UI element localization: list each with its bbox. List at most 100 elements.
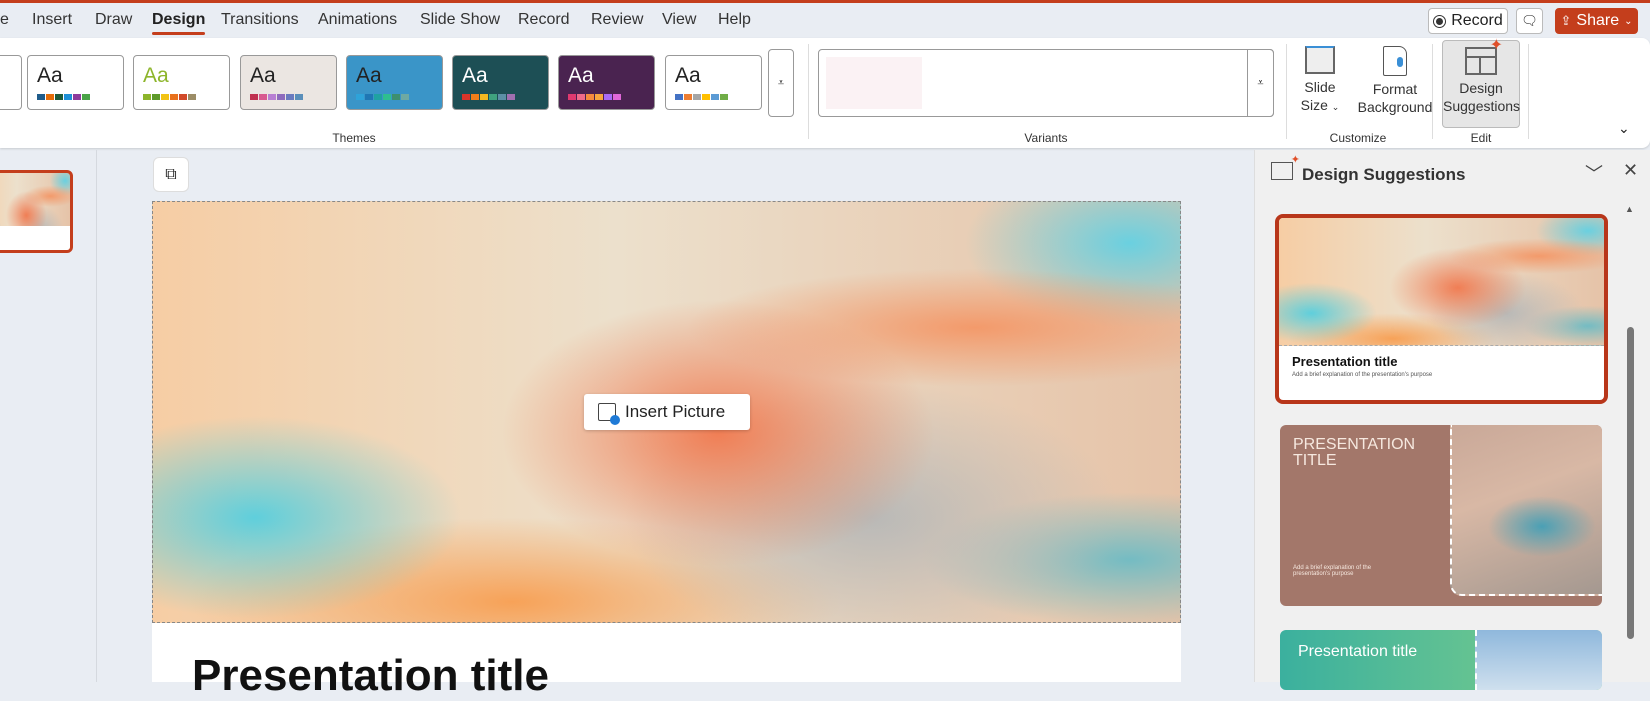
tab-record[interactable]: Record — [518, 11, 570, 29]
slide-size-button[interactable]: Slide Size ⌄ — [1296, 46, 1344, 116]
card-title: Presentation title — [1298, 643, 1418, 660]
color-swatch — [693, 94, 701, 100]
divider — [808, 44, 809, 139]
color-swatch — [613, 94, 621, 100]
slide-thumbnails-pane — [0, 150, 97, 682]
slide-size-label: Slide — [1304, 79, 1336, 95]
tab-slide-show[interactable]: Slide Show — [420, 11, 500, 29]
color-swatch — [179, 94, 187, 100]
theme-thumbnail[interactable]: Aa — [452, 55, 549, 110]
variants-gallery[interactable]: ⩡ — [818, 49, 1274, 117]
theme-sample-text: Aa — [568, 64, 594, 87]
color-swatch — [188, 94, 196, 100]
design-suggestion-card-1[interactable]: Presentation title Add a brief explanati… — [1275, 214, 1608, 404]
variant-thumbnail[interactable] — [826, 57, 922, 109]
theme-thumbnail[interactable]: Aa — [665, 55, 762, 110]
scroll-up-icon[interactable]: ▲ — [1625, 204, 1634, 214]
theme-sample-text: Aa — [143, 64, 169, 87]
record-icon — [1433, 14, 1447, 28]
tab-transitions[interactable]: Transitions — [221, 11, 299, 29]
divider — [1432, 44, 1433, 139]
design-suggestion-card-2[interactable]: PRESENTATION TITLE Add a brief explanati… — [1280, 425, 1602, 606]
chevron-down-icon: ⌄ — [1624, 15, 1633, 27]
slide-size-label-2: Size — [1300, 97, 1328, 113]
card-title: Presentation title — [1292, 354, 1398, 369]
collapse-ribbon-icon[interactable]: ⌄ — [1618, 120, 1630, 137]
color-swatch — [720, 94, 728, 100]
tab-draw[interactable]: Draw — [95, 11, 132, 29]
theme-thumbnail[interactable]: Aa — [133, 55, 230, 110]
divider — [1286, 44, 1287, 139]
scrollbar-thumb[interactable] — [1627, 327, 1634, 639]
color-swatch — [46, 94, 54, 100]
slide-title[interactable]: Presentation title — [192, 651, 549, 701]
color-swatch — [170, 94, 178, 100]
theme-sample-text: Aa — [250, 64, 276, 87]
variants-more-button[interactable]: ⩡ — [1247, 49, 1274, 117]
color-swatch — [702, 94, 710, 100]
color-swatch — [73, 94, 81, 100]
color-swatch — [82, 94, 90, 100]
insert-picture-label: Insert Picture — [625, 402, 726, 421]
slide-thumbnail-1[interactable] — [0, 170, 73, 253]
color-swatch — [250, 94, 258, 100]
color-swatch — [577, 94, 585, 100]
color-swatch — [480, 94, 488, 100]
theme-thumbnail[interactable]: Aa — [240, 55, 337, 110]
theme-sample-text: Aa — [462, 64, 488, 87]
tab-review[interactable]: Review — [591, 11, 643, 29]
tab-design[interactable]: Design — [152, 11, 206, 35]
format-background-button[interactable]: Format Background — [1356, 46, 1434, 116]
color-swatch — [675, 94, 683, 100]
pane-title: Design Suggestions — [1302, 165, 1466, 184]
slide-size-icon — [1305, 46, 1335, 74]
design-suggestions-button[interactable]: ✦ Design Suggestions — [1442, 37, 1521, 128]
share-label: Share — [1576, 12, 1620, 29]
comment-icon: 🗨 — [1521, 13, 1538, 28]
color-swatch — [383, 94, 391, 100]
divider — [1528, 44, 1529, 139]
tab-insert[interactable]: Insert — [32, 11, 72, 29]
color-swatch — [277, 94, 285, 100]
theme-partial[interactable] — [0, 55, 22, 110]
customize-group-label: Customize — [1329, 131, 1387, 145]
card-subtitle: Add a brief explanation of the presentat… — [1293, 565, 1372, 577]
suggestions-label: Suggestions — [1443, 98, 1521, 114]
pane-options-chevron-icon[interactable]: ﹀ — [1585, 160, 1603, 186]
theme-color-swatches — [356, 94, 409, 100]
format-label: Format — [1372, 81, 1418, 97]
theme-thumbnail[interactable]: Aa — [346, 55, 443, 110]
share-icon: ⇪ — [1560, 13, 1572, 28]
card-subtitle: Add a brief explanation of the presentat… — [1292, 372, 1433, 378]
tab-animations[interactable]: Animations — [318, 11, 397, 29]
color-swatch — [392, 94, 400, 100]
color-swatch — [595, 94, 603, 100]
copilot-button[interactable]: ⧉ — [153, 157, 189, 192]
share-button[interactable]: ⇪ Share ⌄ — [1555, 8, 1638, 34]
theme-color-swatches — [675, 94, 728, 100]
slide-canvas[interactable]: Insert Picture Presentation title — [152, 201, 1181, 700]
design-ideas-icon: ✦ — [1271, 154, 1300, 180]
color-swatch — [152, 94, 160, 100]
tab-home[interactable]: e — [0, 11, 9, 29]
record-button[interactable]: Record — [1428, 8, 1508, 34]
theme-thumbnail[interactable]: Aa — [558, 55, 655, 110]
chevron-down-icon: ⌄ — [1331, 102, 1340, 112]
tab-help[interactable]: Help — [718, 11, 751, 29]
theme-thumbnail[interactable]: Aa — [27, 55, 124, 110]
color-swatch — [684, 94, 692, 100]
color-swatch — [401, 94, 409, 100]
tab-view[interactable]: View — [662, 11, 696, 29]
color-swatch — [568, 94, 576, 100]
themes-more-button[interactable]: ⩡ — [768, 49, 794, 117]
more-icon: ⩡ — [777, 76, 785, 89]
color-swatch — [489, 94, 497, 100]
color-swatch — [55, 94, 63, 100]
color-swatch — [268, 94, 276, 100]
design-suggestion-card-3[interactable]: Presentation title — [1280, 630, 1602, 690]
color-swatch — [161, 94, 169, 100]
insert-picture-button[interactable]: Insert Picture — [584, 394, 750, 430]
theme-sample-text: Aa — [37, 64, 63, 87]
comments-button[interactable]: 🗨 — [1516, 8, 1543, 34]
close-icon[interactable]: ✕ — [1623, 160, 1638, 181]
